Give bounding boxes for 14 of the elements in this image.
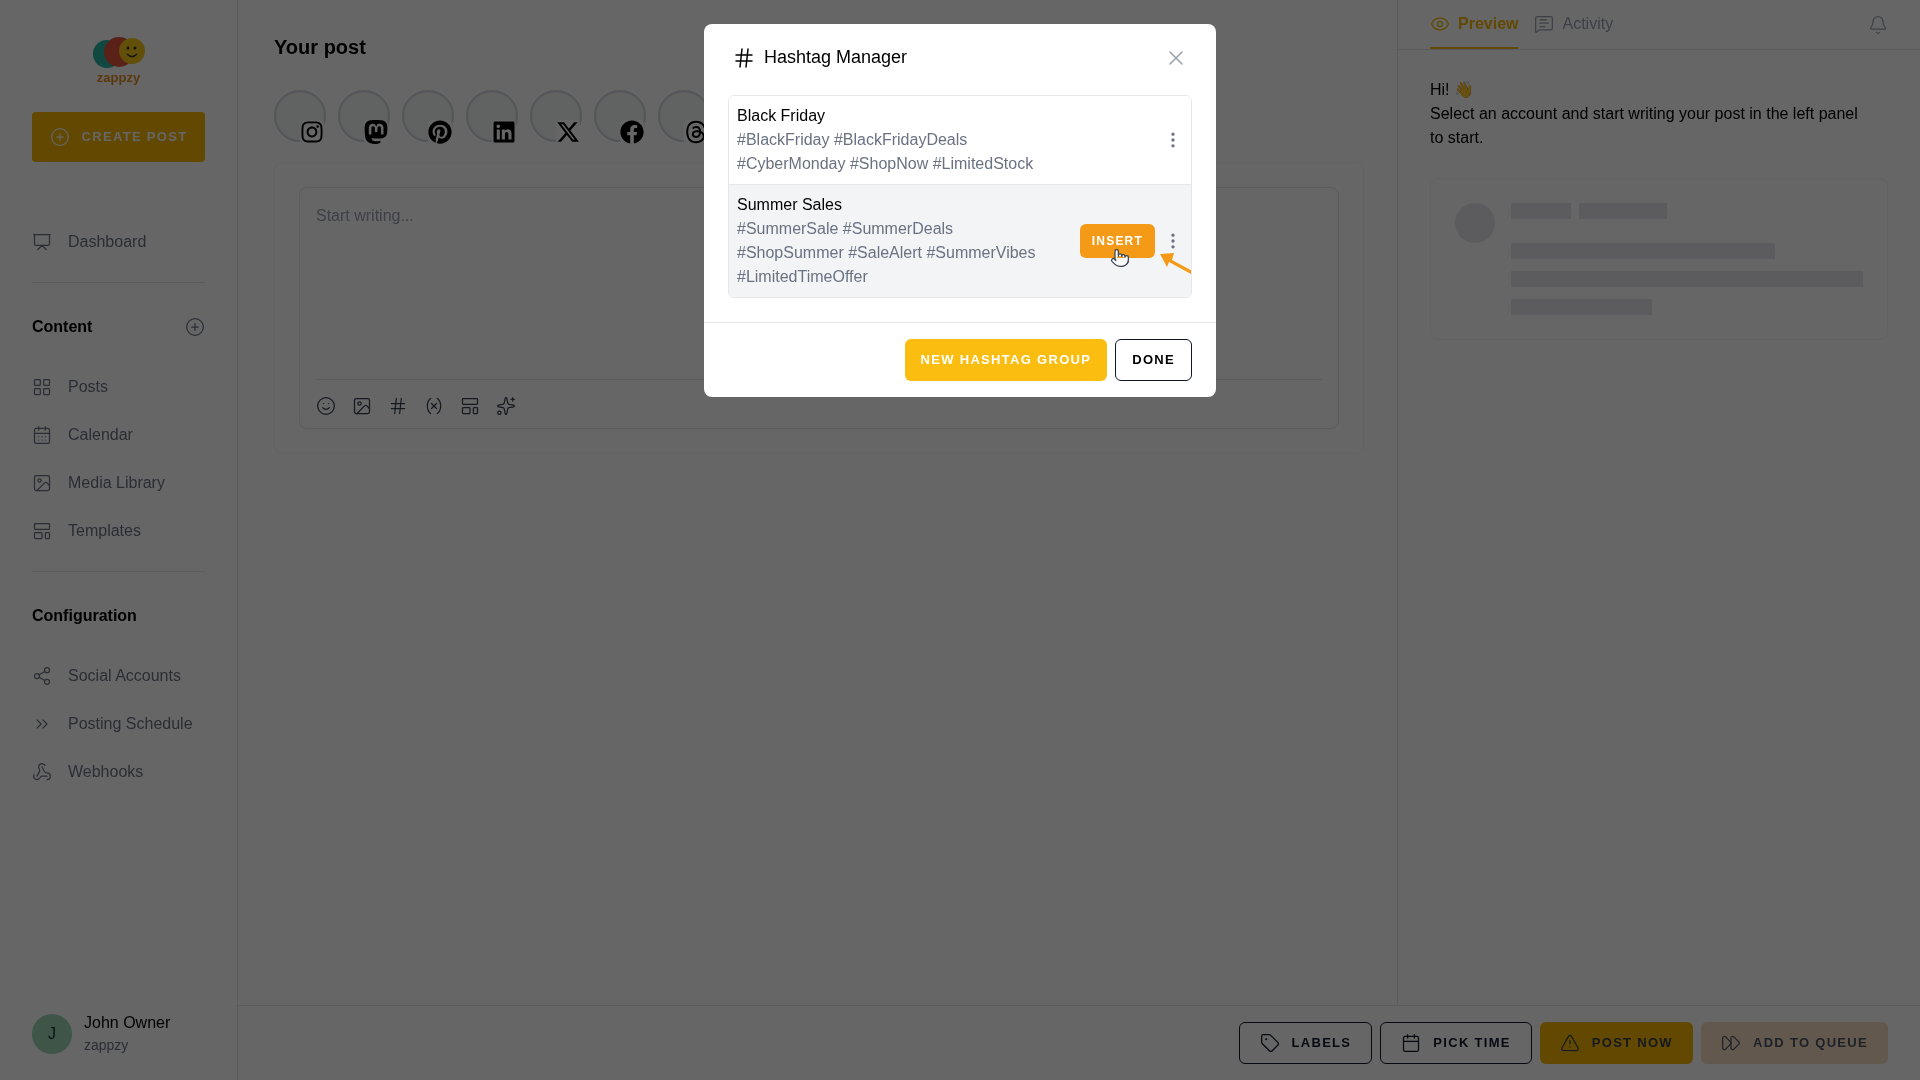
group-name: Black Friday (737, 106, 827, 126)
user-avatar: J (32, 1013, 72, 1054)
page-title: Your post (274, 35, 366, 60)
section-title: Configuration (32, 605, 137, 626)
section-title: Content (32, 316, 93, 337)
greeting-text: Hi! 👋 (1430, 80, 1475, 100)
group-name: Summer Sales (737, 195, 843, 215)
dialog-title: Hashtag Manager (764, 46, 908, 69)
logo-text: zappzy (96, 69, 141, 87)
group-tags: #SummerSale #SummerDeals #ShopSummer #SaleAlert #SummerVibes #LimitedTimeOffer (737, 217, 1057, 289)
group-tags: #BlackFriday #BlackFridayDeals #CyberMonday #ShopNow #LimitedStock (737, 128, 1057, 176)
user-org: zappzy (84, 1036, 130, 1055)
user-name: John Owner (84, 1013, 171, 1033)
preview-message: Select an account and start writing your post in the left panel to start. (1430, 104, 1859, 148)
